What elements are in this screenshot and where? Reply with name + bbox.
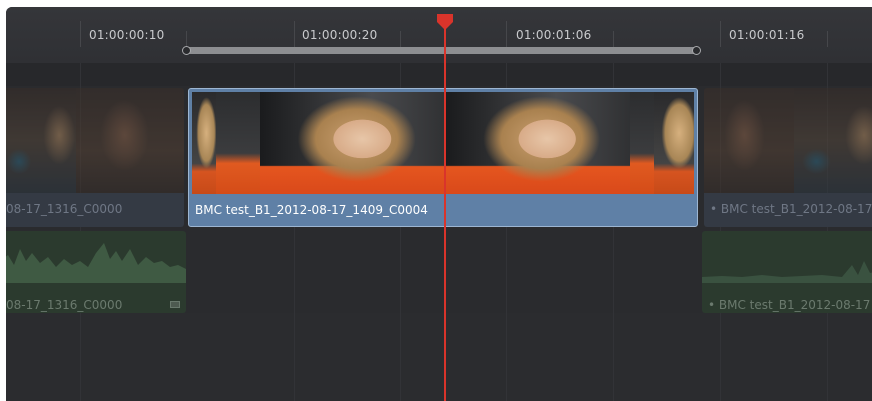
ruler-tick — [827, 31, 828, 47]
thumbnail-frame — [446, 92, 630, 194]
timecode-label: 01:00:01:16 — [729, 28, 805, 42]
in-out-range-bar[interactable] — [182, 46, 701, 55]
audio-waveform — [6, 243, 186, 283]
playhead-marker-icon[interactable] — [436, 14, 454, 30]
clip-name-row: 08-17_1316_C0000 — [6, 193, 184, 227]
thumbnail-frame — [654, 92, 694, 194]
video-clip-right[interactable]: • BMC test_B1_2012-08-17 — [704, 88, 872, 227]
track-header-band — [6, 63, 872, 86]
clip-name: 08-17_1316_C0000 — [6, 298, 123, 312]
timecode-label: 01:00:01:06 — [516, 28, 592, 42]
playhead-line — [444, 21, 446, 401]
clip-thumbnails — [704, 88, 872, 193]
in-point-handle[interactable] — [182, 46, 191, 55]
audio-waveform — [702, 261, 872, 283]
timecode-label: 01:00:00:20 — [302, 28, 378, 42]
timecode-label: 01:00:00:10 — [89, 28, 165, 42]
audio-clip-left[interactable]: 08-17_1316_C0000 — [6, 231, 186, 313]
thumbnail-frame — [192, 92, 216, 194]
ruler-tick — [506, 21, 507, 47]
clip-name: BMC test_B1_2012-08-17_1409_C0004 — [195, 203, 428, 217]
ruler-tick — [80, 21, 81, 47]
thumbnail-frame — [704, 88, 794, 193]
audio-clip-right[interactable]: • BMC test_B1_2012-08-17 — [702, 231, 872, 313]
clip-marker-icon — [170, 301, 180, 308]
ruler-tick — [294, 21, 295, 47]
thumbnail-frame — [630, 92, 654, 194]
out-point-handle[interactable] — [692, 46, 701, 55]
clip-thumbnails — [6, 88, 184, 193]
thumbnail-frame — [216, 92, 260, 194]
clip-name: • BMC test_B1_2012-08-17 — [710, 202, 872, 216]
timeline-panel: 01:00:00:10 01:00:00:20 01:00:01:06 01:0… — [6, 7, 872, 401]
clip-name: • BMC test_B1_2012-08-17 — [708, 298, 871, 312]
empty-track-area[interactable] — [6, 313, 872, 401]
ruler-tick — [613, 31, 614, 47]
thumbnail-frame — [6, 88, 76, 193]
ruler-tick — [720, 21, 721, 47]
clip-name: 08-17_1316_C0000 — [6, 202, 123, 216]
thumbnail-frame — [794, 88, 872, 193]
ruler-tick — [186, 31, 187, 47]
thumbnail-frame — [76, 88, 184, 193]
clip-name-row: • BMC test_B1_2012-08-17 — [704, 193, 872, 227]
ruler-tick — [400, 31, 401, 47]
thumbnail-frame — [260, 92, 446, 194]
clip-thumbnails — [192, 92, 694, 194]
clip-name-row: BMC test_B1_2012-08-17_1409_C0004 — [189, 194, 697, 226]
video-clip-selected[interactable]: BMC test_B1_2012-08-17_1409_C0004 — [188, 88, 698, 227]
video-clip-left[interactable]: 08-17_1316_C0000 — [6, 88, 184, 227]
